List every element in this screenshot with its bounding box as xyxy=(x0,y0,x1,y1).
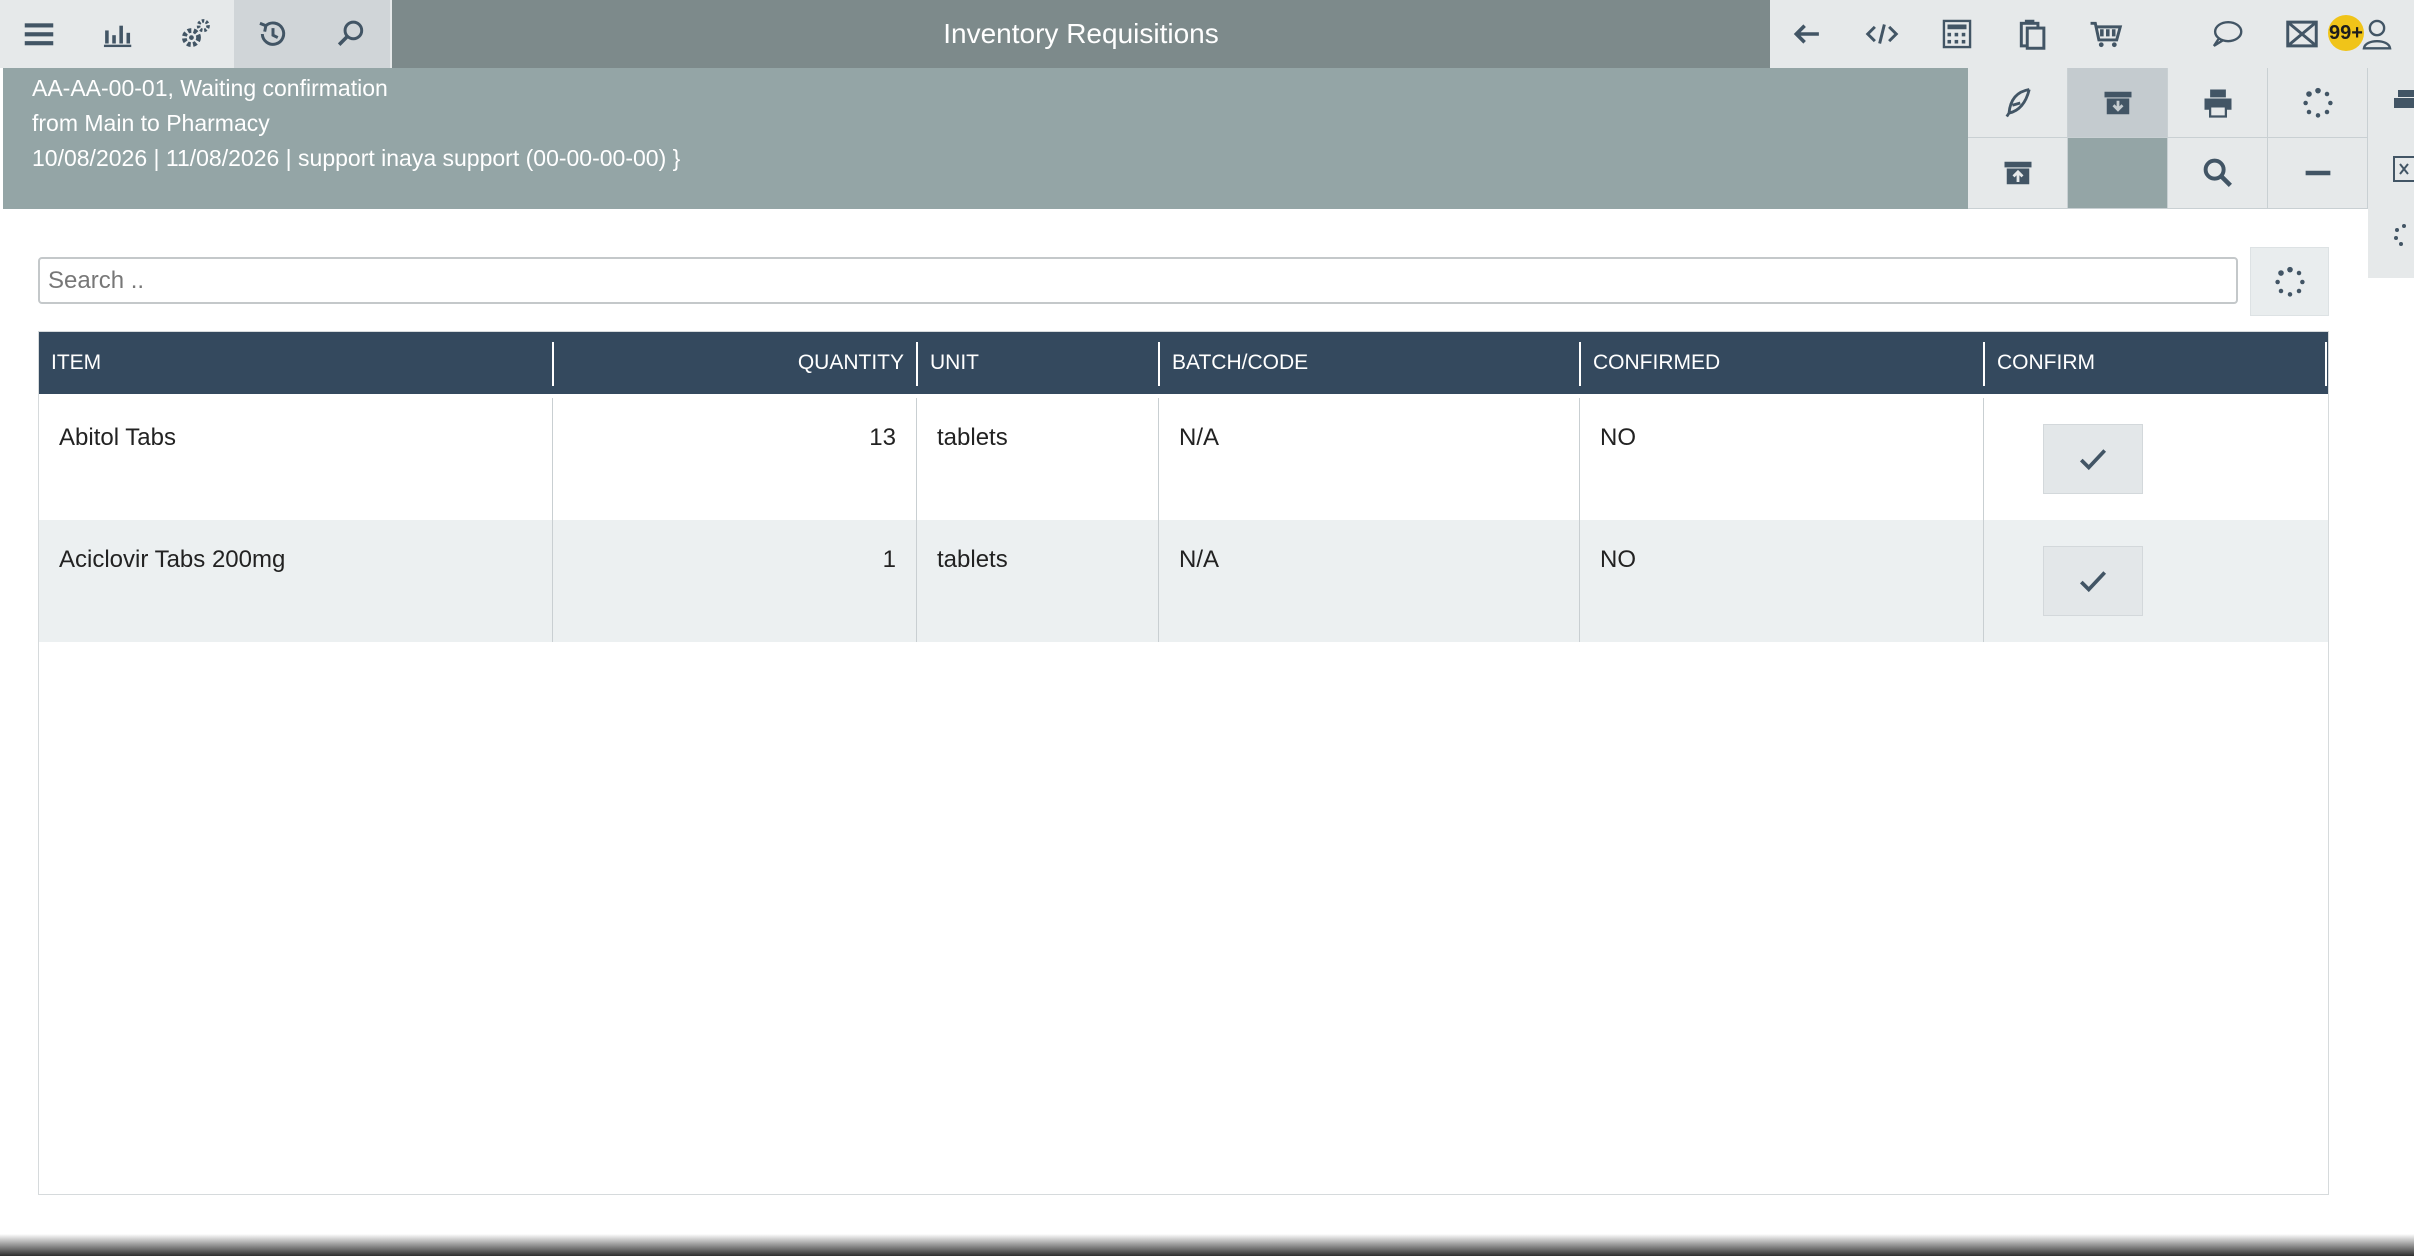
mail-icon xyxy=(2286,20,2318,48)
collapse-button[interactable] xyxy=(2268,138,2368,209)
column-header-confirmed[interactable]: CONFIRMED xyxy=(1581,332,1983,394)
cell-quantity: 13 xyxy=(869,424,896,451)
search-icon xyxy=(2203,158,2232,187)
cell-batch: N/A xyxy=(1179,546,1220,573)
empty-action-slot xyxy=(2068,138,2168,209)
table-row[interactable]: Aciclovir Tabs 200mg 1 tablets N/A NO xyxy=(39,520,2328,642)
notification-badge[interactable]: 99+ xyxy=(2328,15,2364,51)
search-button[interactable] xyxy=(312,0,390,68)
print-button[interactable] xyxy=(2168,68,2268,138)
check-icon xyxy=(2079,571,2107,593)
table-row[interactable]: Abitol Tabs 13 tablets N/A NO xyxy=(39,398,2328,520)
cell-confirmed: NO xyxy=(1600,424,1636,451)
search-icon xyxy=(337,20,364,46)
history-icon xyxy=(259,21,286,46)
calculator-button[interactable] xyxy=(1920,0,1995,68)
history-button[interactable] xyxy=(234,0,312,68)
cell-unit: tablets xyxy=(937,546,1008,573)
feather-icon xyxy=(2005,87,2031,117)
table-header: ITEM QUANTITY UNIT BATCH/CODE CONFIRMED … xyxy=(39,332,2328,394)
clipboard-button[interactable] xyxy=(1994,0,2069,68)
confirm-button[interactable] xyxy=(2043,546,2143,616)
document-dates: 10/08/2026 | 11/08/2026 | support inaya … xyxy=(32,145,681,171)
chat-icon xyxy=(2213,20,2243,47)
reports-button[interactable] xyxy=(78,0,156,68)
column-header-quantity[interactable]: QUANTITY xyxy=(554,332,916,394)
cart-icon xyxy=(2090,21,2123,48)
calculator-icon xyxy=(1942,19,1972,49)
page-title: Inventory Requisitions xyxy=(943,18,1219,49)
archive-download-icon xyxy=(2104,91,2131,114)
column-header-batch[interactable]: BATCH/CODE xyxy=(1160,332,1579,394)
archive-upload-icon xyxy=(2004,161,2031,185)
cell-quantity: 1 xyxy=(882,546,896,573)
action-panel xyxy=(1968,68,2368,209)
top-bar: Inventory Requisitions 99+ xyxy=(0,0,2414,68)
print-icon[interactable] xyxy=(2392,86,2414,121)
gears-icon xyxy=(181,19,210,48)
chat-button[interactable] xyxy=(2190,0,2265,68)
cell-item: Aciclovir Tabs 200mg xyxy=(59,546,286,573)
confirm-button[interactable] xyxy=(2043,424,2143,494)
cart-button[interactable] xyxy=(2069,0,2144,68)
side-edge-panel xyxy=(2368,68,2414,278)
spinner-icon[interactable] xyxy=(2392,220,2414,255)
spinner-icon xyxy=(2302,87,2333,118)
search-refresh-button[interactable] xyxy=(2250,247,2329,316)
column-header-unit[interactable]: UNIT xyxy=(918,332,1158,394)
sign-button[interactable] xyxy=(1968,68,2068,138)
check-icon xyxy=(2079,449,2107,471)
cell-batch: N/A xyxy=(1179,424,1220,451)
settings-button[interactable] xyxy=(156,0,234,68)
archive-download-button[interactable] xyxy=(2068,68,2168,138)
loading-button[interactable] xyxy=(2268,68,2368,138)
requisition-table: ITEM QUANTITY UNIT BATCH/CODE CONFIRMED … xyxy=(38,331,2329,1195)
code-button[interactable] xyxy=(1845,0,1920,68)
left-toolbar xyxy=(0,0,392,68)
clipboard-icon xyxy=(2019,19,2045,50)
cell-confirmed: NO xyxy=(1600,546,1636,573)
code-icon xyxy=(1865,24,1899,44)
cell-item: Abitol Tabs xyxy=(59,424,176,451)
spinner-icon xyxy=(2274,266,2305,297)
menu-button[interactable] xyxy=(0,0,78,68)
minus-icon xyxy=(2305,170,2330,176)
column-header-confirm[interactable]: CONFIRM xyxy=(1985,332,2329,394)
column-header-item[interactable]: ITEM xyxy=(39,332,552,394)
document-info: AA-AA-00-01, Waiting confirmation from M… xyxy=(3,68,1968,209)
back-button[interactable] xyxy=(1770,0,1845,68)
cell-unit: tablets xyxy=(937,424,1008,451)
print-icon xyxy=(2204,89,2231,118)
document-route: from Main to Pharmacy xyxy=(32,110,270,136)
window-bottom-shadow xyxy=(0,1234,2414,1256)
archive-upload-button[interactable] xyxy=(1968,138,2068,209)
menu-icon xyxy=(24,23,54,46)
bar-chart-icon xyxy=(103,25,132,48)
document-status: AA-AA-00-01, Waiting confirmation xyxy=(32,75,388,101)
zoom-button[interactable] xyxy=(2168,138,2268,209)
arrow-left-icon xyxy=(1794,24,1820,44)
right-toolbar xyxy=(1770,0,2414,68)
excel-icon[interactable] xyxy=(2392,154,2414,189)
search-input[interactable] xyxy=(38,257,2238,304)
